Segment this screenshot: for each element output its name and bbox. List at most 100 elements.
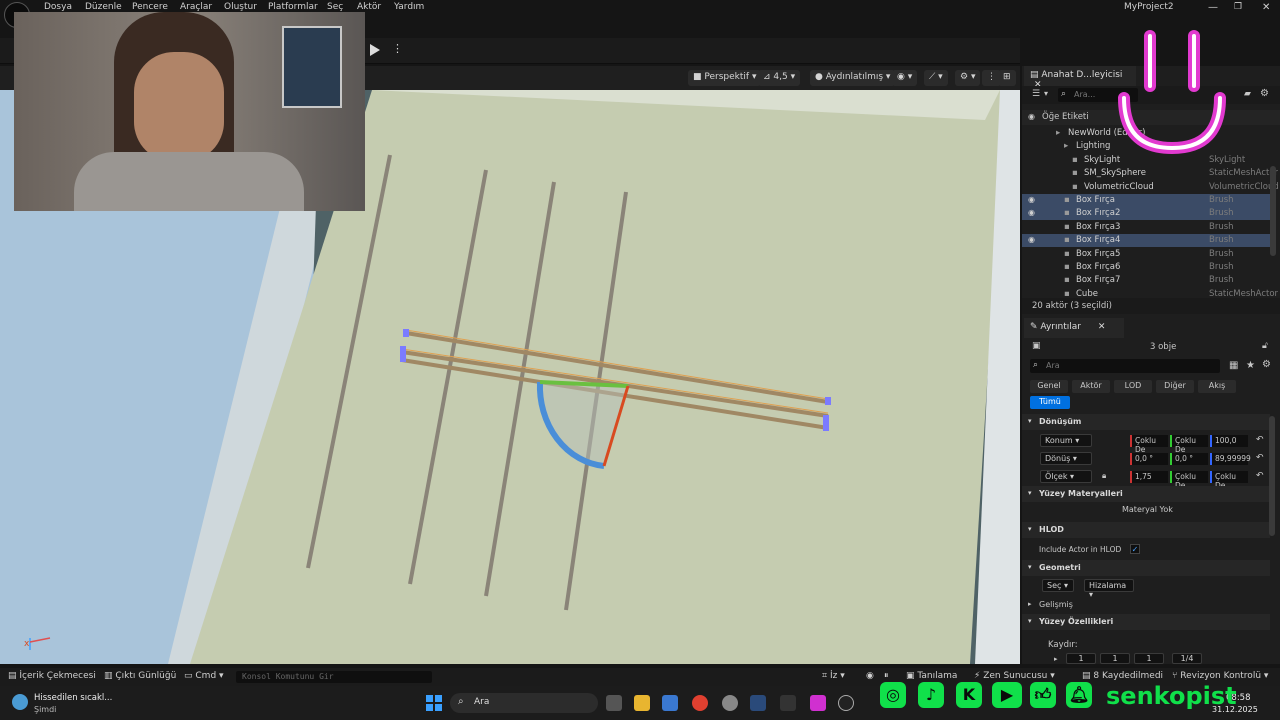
select-dropdown[interactable]: Seç ▾	[1042, 579, 1074, 592]
derive-button[interactable]: ▣ Tanılama	[906, 671, 957, 681]
layout-grid-icon[interactable]: ⊞	[998, 70, 1016, 86]
category-akis[interactable]: Akış	[1198, 380, 1236, 393]
settings-dropdown[interactable]: ⚙ ▾	[955, 70, 981, 86]
details-settings-icon[interactable]: ⚙	[1262, 359, 1271, 370]
category-diger[interactable]: Diğer	[1156, 380, 1194, 393]
obs-icon[interactable]	[722, 695, 738, 711]
reset-location-icon[interactable]: ↶	[1256, 435, 1264, 445]
menu-sec[interactable]: Seç	[327, 2, 343, 12]
outliner-settings-icon[interactable]: ⚙	[1260, 88, 1269, 99]
include-hlod-checkbox[interactable]: ✓	[1130, 544, 1140, 554]
snap-dropdown[interactable]: ⟋ ▾	[924, 70, 948, 86]
filter-dropdown-icon[interactable]: ▾	[1044, 89, 1048, 98]
surface-section[interactable]: ▾ Yüzey Özellikleri	[1022, 614, 1270, 630]
zen-server-dropdown[interactable]: ⚡︎ Zen Sunucusu ▾	[974, 671, 1055, 681]
more-options-icon[interactable]: ⋮	[392, 42, 403, 55]
rotation-x[interactable]: 0,0 °	[1130, 453, 1168, 465]
taskbar-search[interactable]: ⌕ Ara	[450, 693, 598, 713]
console-input[interactable]: Konsol Komutunu Gir	[236, 671, 432, 683]
minimize-icon[interactable]: —	[1208, 2, 1218, 13]
menu-olustur[interactable]: Oluştur	[224, 2, 257, 12]
reset-rotation-icon[interactable]: ↶	[1256, 453, 1264, 463]
expand-icon[interactable]: ▸	[1028, 600, 1032, 608]
align-dropdown[interactable]: Hizalama ▾	[1084, 579, 1134, 599]
outliner-row[interactable]: ◉ ▪ Box Fırça2 Brush	[1022, 207, 1270, 221]
scale-z[interactable]: Çoklu De	[1210, 471, 1248, 490]
close-icon[interactable]: ✕	[1262, 2, 1270, 13]
outliner-row[interactable]: ▪ SM_SkySphere StaticMeshActor	[1022, 167, 1278, 180]
category-all[interactable]: Tümü	[1030, 396, 1070, 409]
app-pink-icon[interactable]	[810, 695, 826, 711]
epic-games-icon[interactable]	[780, 695, 796, 711]
lock-icon[interactable]: 🔓︎	[1262, 341, 1268, 351]
visibility-eye-icon[interactable]: ◉	[1028, 195, 1038, 205]
scale-lock-icon[interactable]: 🔒︎	[1102, 471, 1106, 481]
scale-dropdown[interactable]: Ölçek ▾	[1040, 470, 1092, 483]
windows-start-icon[interactable]	[426, 695, 442, 711]
visibility-eye-icon[interactable]: ◉	[1028, 235, 1038, 245]
category-aktor[interactable]: Aktör	[1072, 380, 1110, 393]
scale-x[interactable]: 1,75	[1130, 471, 1168, 483]
location-x[interactable]: Çoklu De	[1130, 435, 1168, 454]
trace-dropdown[interactable]: ⌗ İz ▾	[822, 671, 845, 681]
details-scrollbar[interactable]	[1269, 416, 1275, 536]
transform-section[interactable]: ▾ Dönüşüm	[1022, 414, 1270, 430]
app-icon[interactable]	[662, 695, 678, 711]
pan-button-2[interactable]: 1	[1100, 653, 1130, 664]
pause-icon[interactable]: ⏸︎	[884, 671, 889, 681]
visibility-eye-icon[interactable]: ◉	[1028, 208, 1038, 218]
outliner-row[interactable]: ▪ Box Fırça3 Brush	[1022, 221, 1270, 234]
filter-icon[interactable]: ☰	[1032, 89, 1040, 99]
output-log-button[interactable]: ▥ Çıktı Günlüğü	[104, 671, 176, 681]
outliner-row[interactable]: ▪ Box Fırça7 Brush	[1022, 274, 1270, 287]
menu-platformlar[interactable]: Platformlar	[268, 2, 318, 12]
location-z[interactable]: 100,0	[1210, 435, 1248, 447]
rotation-dropdown[interactable]: Dönüş ▾	[1040, 452, 1092, 465]
outliner-scrollbar[interactable]	[1270, 166, 1276, 256]
geometry-section[interactable]: ▾ Geometri	[1022, 560, 1270, 576]
outliner-row[interactable]: ◉ ▪ Box Fırça4 Brush	[1022, 234, 1270, 248]
outliner-row[interactable]: ▪ Box Fırça5 Brush	[1022, 248, 1270, 261]
rotation-y[interactable]: 0,0 °	[1170, 453, 1208, 465]
outliner-row[interactable]: ▪ VolumetricCloud VolumetricCloud	[1022, 181, 1279, 194]
maximize-icon[interactable]: ❐	[1234, 2, 1242, 12]
menu-araclar[interactable]: Araçlar	[180, 2, 212, 12]
menu-pencere[interactable]: Pencere	[132, 2, 168, 12]
materials-section[interactable]: ▾ Yüzey Materyalleri	[1022, 486, 1270, 502]
rotation-z[interactable]: 89,99999	[1210, 453, 1251, 465]
reset-scale-icon[interactable]: ↶	[1256, 471, 1264, 481]
weather-title[interactable]: Hissedilen sıcakl...	[34, 693, 112, 703]
menu-yardim[interactable]: Yardım	[394, 2, 424, 12]
pan-button-4[interactable]: 1/4	[1172, 653, 1202, 664]
content-drawer-button[interactable]: ▤ İçerik Çekmecesi	[8, 671, 96, 681]
weather-icon[interactable]	[12, 694, 28, 710]
item-label-header[interactable]: Öğe Etiketi	[1042, 112, 1089, 122]
category-genel[interactable]: Genel	[1030, 380, 1068, 393]
outliner-row[interactable]: ◉ ▪ Box Fırça Brush	[1022, 194, 1270, 207]
category-lod[interactable]: LOD	[1114, 380, 1152, 393]
menu-aktor[interactable]: Aktör	[357, 2, 381, 12]
pan-button-3[interactable]: 1	[1134, 653, 1164, 664]
location-y[interactable]: Çoklu De	[1170, 435, 1208, 454]
fov-dropdown[interactable]: ⊿ 4,5 ▾	[758, 70, 801, 86]
chrome-icon[interactable]	[692, 695, 708, 711]
show-dropdown[interactable]: ◉ ▾	[892, 70, 918, 86]
task-view-icon[interactable]	[606, 695, 622, 711]
menu-dosya[interactable]: Dosya	[44, 2, 72, 12]
details-tab-close-icon[interactable]: ✕	[1098, 322, 1106, 332]
location-dropdown[interactable]: Konum ▾	[1040, 434, 1092, 447]
perspective-dropdown[interactable]: ■ Perspektif ▾	[688, 70, 762, 86]
scale-y[interactable]: Çoklu De	[1170, 471, 1208, 490]
details-tab[interactable]: ✎ Ayrıntılar ✕	[1024, 318, 1124, 338]
hlod-section[interactable]: ▾ HLOD	[1022, 522, 1270, 538]
file-explorer-icon[interactable]	[634, 695, 650, 711]
lighting-dropdown[interactable]: ● Aydınlatılmış ▾	[810, 70, 896, 86]
unsaved-button[interactable]: ▤ 8 Kaydedilmedi	[1082, 671, 1163, 681]
outliner-row[interactable]: ▪ Box Fırça6 Brush	[1022, 261, 1270, 274]
menu-duzenle[interactable]: Düzenle	[85, 2, 122, 12]
pan-button-1[interactable]: 1	[1066, 653, 1096, 664]
folder-add-icon[interactable]: ▰	[1244, 89, 1251, 99]
play-icon[interactable]	[370, 44, 380, 56]
unreal-taskbar-icon[interactable]	[838, 695, 854, 711]
details-search-input[interactable]: ⌕ Ara	[1030, 359, 1220, 373]
